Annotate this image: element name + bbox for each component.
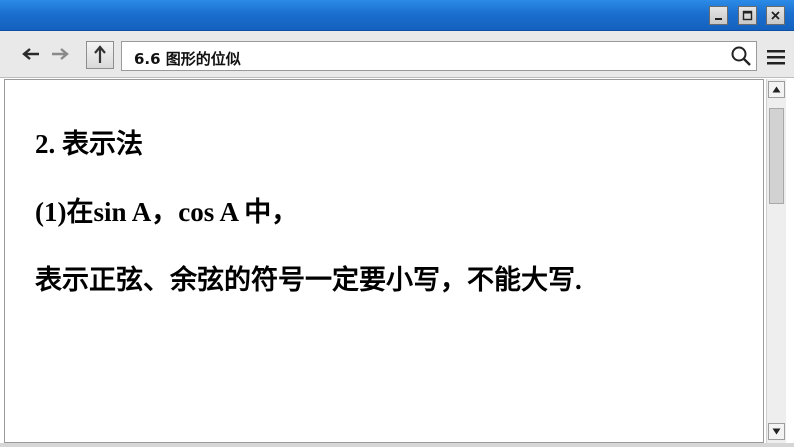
- scroll-up-button[interactable]: [768, 81, 785, 98]
- toolbar: 6.6 图形的位似: [0, 31, 794, 78]
- scroll-thumb[interactable]: [769, 108, 784, 204]
- address-bar[interactable]: 6.6 图形的位似: [121, 41, 757, 71]
- minimize-button[interactable]: [709, 6, 728, 25]
- title-bar: [0, 0, 794, 31]
- arrow-up-icon: [94, 45, 106, 63]
- vertical-scrollbar[interactable]: [766, 79, 786, 443]
- close-icon: [771, 11, 780, 20]
- arrow-right-icon: [52, 48, 69, 60]
- maximize-button[interactable]: [738, 6, 757, 25]
- triangle-up-icon: [772, 86, 781, 93]
- maximize-icon: [742, 10, 753, 21]
- section-heading: 2. 表示法: [35, 129, 143, 159]
- address-text: 6.6 图形的位似: [134, 50, 241, 68]
- content-line: 表示正弦、余弦的符号一定要小写，不能大写.: [35, 265, 582, 295]
- minimize-icon: [715, 18, 722, 20]
- close-button[interactable]: [766, 6, 785, 25]
- content-line: (1)在sin A，cos A 中，: [35, 197, 299, 227]
- search-icon[interactable]: [730, 45, 752, 67]
- up-button[interactable]: [86, 41, 114, 69]
- triangle-down-icon: [772, 428, 781, 435]
- hamburger-menu-icon[interactable]: [766, 48, 786, 66]
- back-button[interactable]: [19, 43, 43, 65]
- scroll-down-button[interactable]: [768, 423, 785, 440]
- window-bottom-edge: [0, 443, 794, 447]
- forward-button[interactable]: [48, 43, 72, 65]
- content-pane: 2. 表示法 (1)在sin A，cos A 中， 表示正弦、余弦的符号一定要小…: [4, 79, 764, 443]
- arrow-left-icon: [22, 48, 39, 60]
